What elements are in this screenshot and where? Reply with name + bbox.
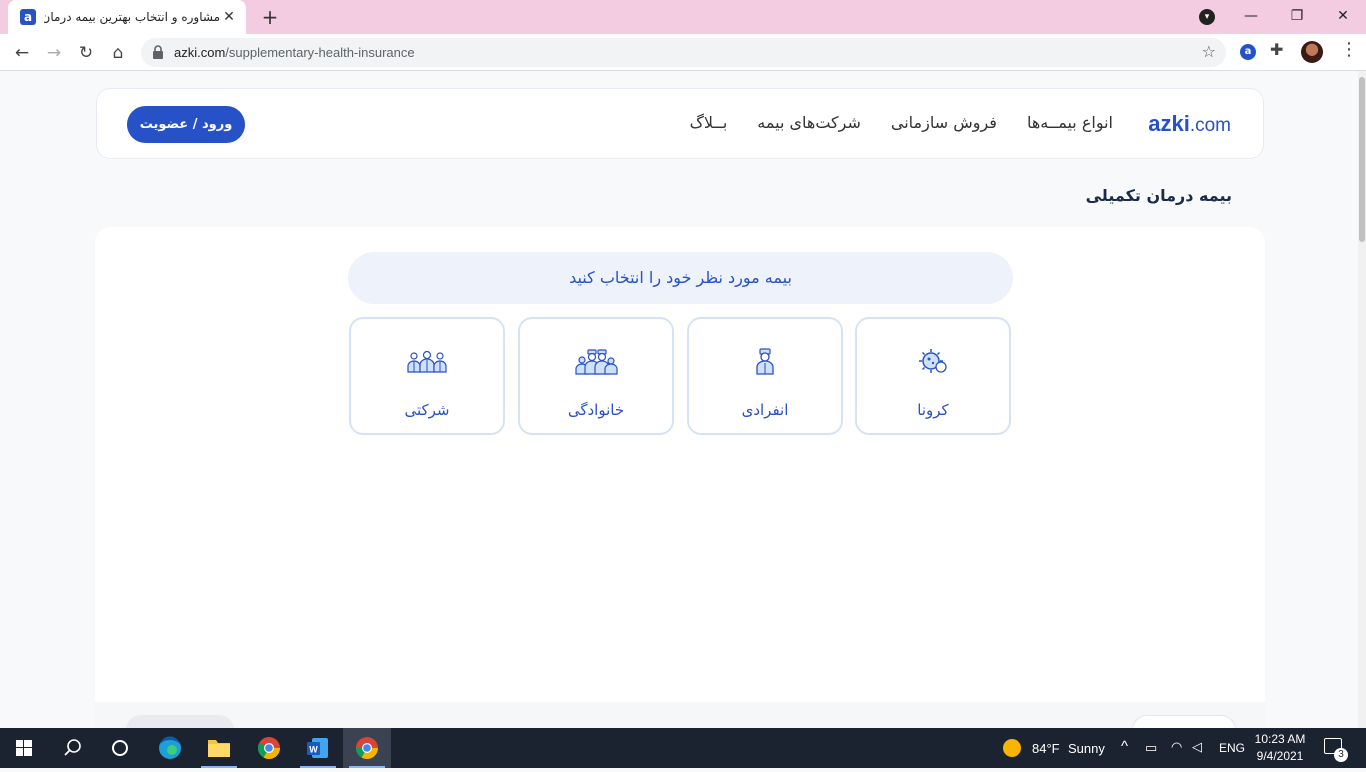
option-corporate[interactable]: شرکتی	[349, 317, 505, 435]
cortana-button[interactable]	[96, 728, 144, 768]
file-explorer-taskbar-button[interactable]	[195, 728, 243, 768]
chrome-taskbar-button[interactable]	[245, 728, 293, 768]
chrome-icon	[356, 737, 378, 759]
chevron-up-icon[interactable]: ^	[1121, 738, 1128, 755]
language-indicator[interactable]: ENG	[1219, 741, 1245, 755]
word-icon: W	[307, 738, 328, 758]
battery-icon[interactable]: ▭	[1145, 740, 1157, 756]
edge-icon	[159, 736, 181, 759]
site-header: azki.com انواع بیمــه‌ها فروش سازمانی شر…	[96, 88, 1264, 159]
nav-corporate-sales[interactable]: فروش سازمانی	[891, 113, 997, 132]
browser-tab[interactable]: a مشاوره و انتخاب بهترین بیمه درمان ✕	[8, 0, 246, 34]
nav-blog[interactable]: بــلاگ	[690, 113, 728, 132]
bookmark-star-icon[interactable]: ☆	[1202, 42, 1216, 61]
new-tab-button[interactable]: +	[258, 5, 282, 29]
windows-logo-icon	[16, 740, 32, 756]
more-menu-icon[interactable]: ⋮	[1340, 39, 1358, 60]
cortana-circle-icon	[112, 740, 128, 756]
wifi-icon[interactable]: ◠	[1171, 739, 1182, 755]
option-label: انفرادی	[741, 401, 789, 419]
page-footer-strip	[95, 702, 1265, 728]
restore-button[interactable]: ❐	[1274, 0, 1320, 32]
azki-extension-icon[interactable]: a	[1240, 44, 1256, 60]
option-label: کرونا	[917, 401, 949, 419]
family-icon	[575, 349, 618, 375]
back-icon[interactable]: ←	[9, 40, 35, 66]
option-family[interactable]: خانوادگی	[518, 317, 674, 435]
main-nav: انواع بیمــه‌ها فروش سازمانی شرکت‌های بی…	[690, 113, 1113, 132]
address-bar[interactable]: azki.com/supplementary-health-insurance …	[141, 38, 1226, 67]
lock-icon	[153, 45, 163, 59]
team-icon	[407, 350, 447, 373]
sun-weather-icon[interactable]	[1003, 739, 1021, 757]
folder-icon	[208, 740, 230, 757]
nav-insurance-companies[interactable]: شرکت‌های بیمه	[757, 113, 861, 132]
chrome-icon	[258, 737, 280, 759]
option-individual[interactable]: انفرادی	[687, 317, 843, 435]
url-text: azki.com/supplementary-health-insurance	[174, 45, 415, 60]
clock-time[interactable]: 10:23 AM	[1252, 732, 1308, 746]
insurance-selection-card: بیمه مورد نظر خود را انتخاب کنید کرونا ا…	[95, 227, 1265, 728]
word-taskbar-button[interactable]: W	[294, 728, 342, 768]
tab-title: مشاوره و انتخاب بهترین بیمه درمان	[44, 10, 220, 24]
forward-icon[interactable]: →	[41, 40, 67, 66]
close-tab-icon[interactable]: ✕	[220, 8, 238, 26]
edge-taskbar-button[interactable]	[146, 728, 194, 768]
close-window-button[interactable]: ✕	[1320, 0, 1366, 32]
volume-icon[interactable]: ◁	[1192, 739, 1202, 755]
chrome-active-taskbar-button[interactable]	[343, 728, 391, 768]
weather-temperature[interactable]: 84°F	[1032, 741, 1060, 756]
login-signup-button[interactable]: ورود / عضویت	[127, 106, 245, 143]
search-button[interactable]	[48, 728, 96, 768]
home-icon[interactable]: ⌂	[105, 40, 131, 66]
option-corona[interactable]: کرونا	[855, 317, 1011, 435]
notification-count-badge: 3	[1334, 748, 1348, 762]
person-icon	[756, 348, 774, 375]
browser-tab-strip: a مشاوره و انتخاب بهترین بیمه درمان ✕ + …	[0, 0, 1366, 34]
scroll-thumb[interactable]	[1359, 77, 1365, 242]
search-icon	[64, 739, 81, 756]
profile-avatar[interactable]	[1301, 41, 1323, 63]
browser-toolbar: ← → ↻ ⌂ azki.com/supplementary-health-in…	[0, 34, 1366, 71]
next-step-button[interactable]	[1132, 715, 1236, 728]
page-viewport: azki.com انواع بیمــه‌ها فروش سازمانی شر…	[0, 71, 1358, 728]
clock-date[interactable]: 9/4/2021	[1252, 749, 1308, 763]
azki-logo[interactable]: azki.com	[1148, 111, 1231, 137]
svg-text:W: W	[309, 745, 318, 755]
weather-condition[interactable]: Sunny	[1068, 741, 1105, 756]
windows-taskbar: W 84°F Sunny ^ ▭ ◠ ◁ ENG 10:23 AM 9/4/20…	[0, 728, 1366, 768]
extensions-puzzle-icon[interactable]: ✚	[1270, 40, 1283, 59]
option-label: شرکتی	[404, 401, 450, 419]
selection-prompt: بیمه مورد نظر خود را انتخاب کنید	[348, 252, 1013, 304]
azki-favicon-icon: a	[20, 9, 36, 25]
reload-icon[interactable]: ↻	[73, 40, 99, 66]
start-button[interactable]	[0, 728, 48, 768]
minimize-button[interactable]: —	[1228, 0, 1274, 32]
option-label: خانوادگی	[567, 401, 625, 419]
back-step-button[interactable]	[126, 715, 234, 728]
virus-icon	[919, 349, 947, 373]
nav-insurance-types[interactable]: انواع بیمــه‌ها	[1027, 113, 1113, 132]
page-scrollbar[interactable]	[1358, 71, 1366, 728]
tab-search-icon[interactable]: ▾	[1199, 9, 1215, 25]
page-title: بیمه درمان تکمیلی	[1085, 186, 1232, 205]
